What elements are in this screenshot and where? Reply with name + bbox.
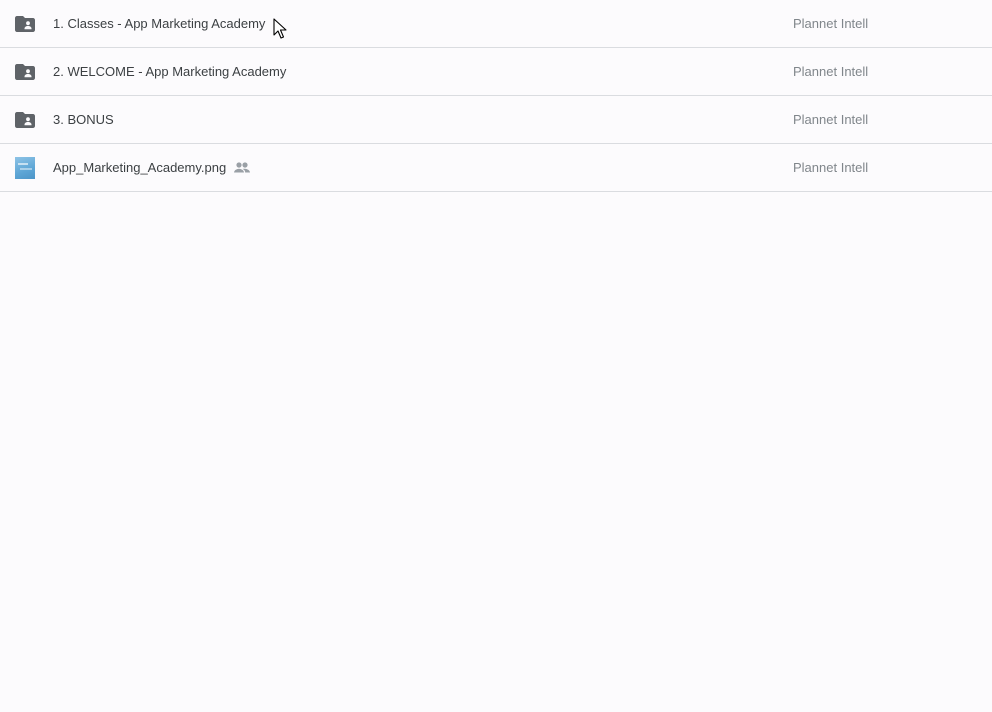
file-name-cell[interactable]: 2. WELCOME - App Marketing Academy	[53, 48, 286, 95]
shared-folder-icon	[15, 110, 35, 130]
file-row[interactable]: App_Marketing_Academy.png Plannet Intell	[0, 144, 992, 192]
file-list: 1. Classes - App Marketing Academy Plann…	[0, 0, 992, 192]
file-name-cell[interactable]: 1. Classes - App Marketing Academy	[53, 0, 265, 47]
shared-folder-icon	[15, 62, 35, 82]
file-name[interactable]: 3. BONUS	[53, 112, 114, 127]
file-name[interactable]: 2. WELCOME - App Marketing Academy	[53, 64, 286, 79]
image-thumbnail	[15, 156, 35, 179]
file-row[interactable]: 1. Classes - App Marketing Academy Plann…	[0, 0, 992, 48]
shared-folder-icon	[15, 14, 35, 34]
file-owner: Plannet Intell	[793, 112, 869, 127]
file-name[interactable]: 1. Classes - App Marketing Academy	[53, 16, 265, 31]
file-name[interactable]: App_Marketing_Academy.png	[53, 160, 226, 175]
image-thumbnail-icon	[15, 156, 35, 179]
file-row[interactable]: 3. BONUS Plannet Intell	[0, 96, 992, 144]
file-owner: Plannet Intell	[793, 16, 869, 31]
file-owner: Plannet Intell	[793, 64, 869, 79]
file-row[interactable]: 2. WELCOME - App Marketing Academy Plann…	[0, 48, 992, 96]
file-name-cell[interactable]: App_Marketing_Academy.png	[53, 144, 251, 191]
people-icon	[234, 162, 251, 173]
file-owner: Plannet Intell	[793, 160, 869, 175]
file-name-cell[interactable]: 3. BONUS	[53, 96, 114, 143]
